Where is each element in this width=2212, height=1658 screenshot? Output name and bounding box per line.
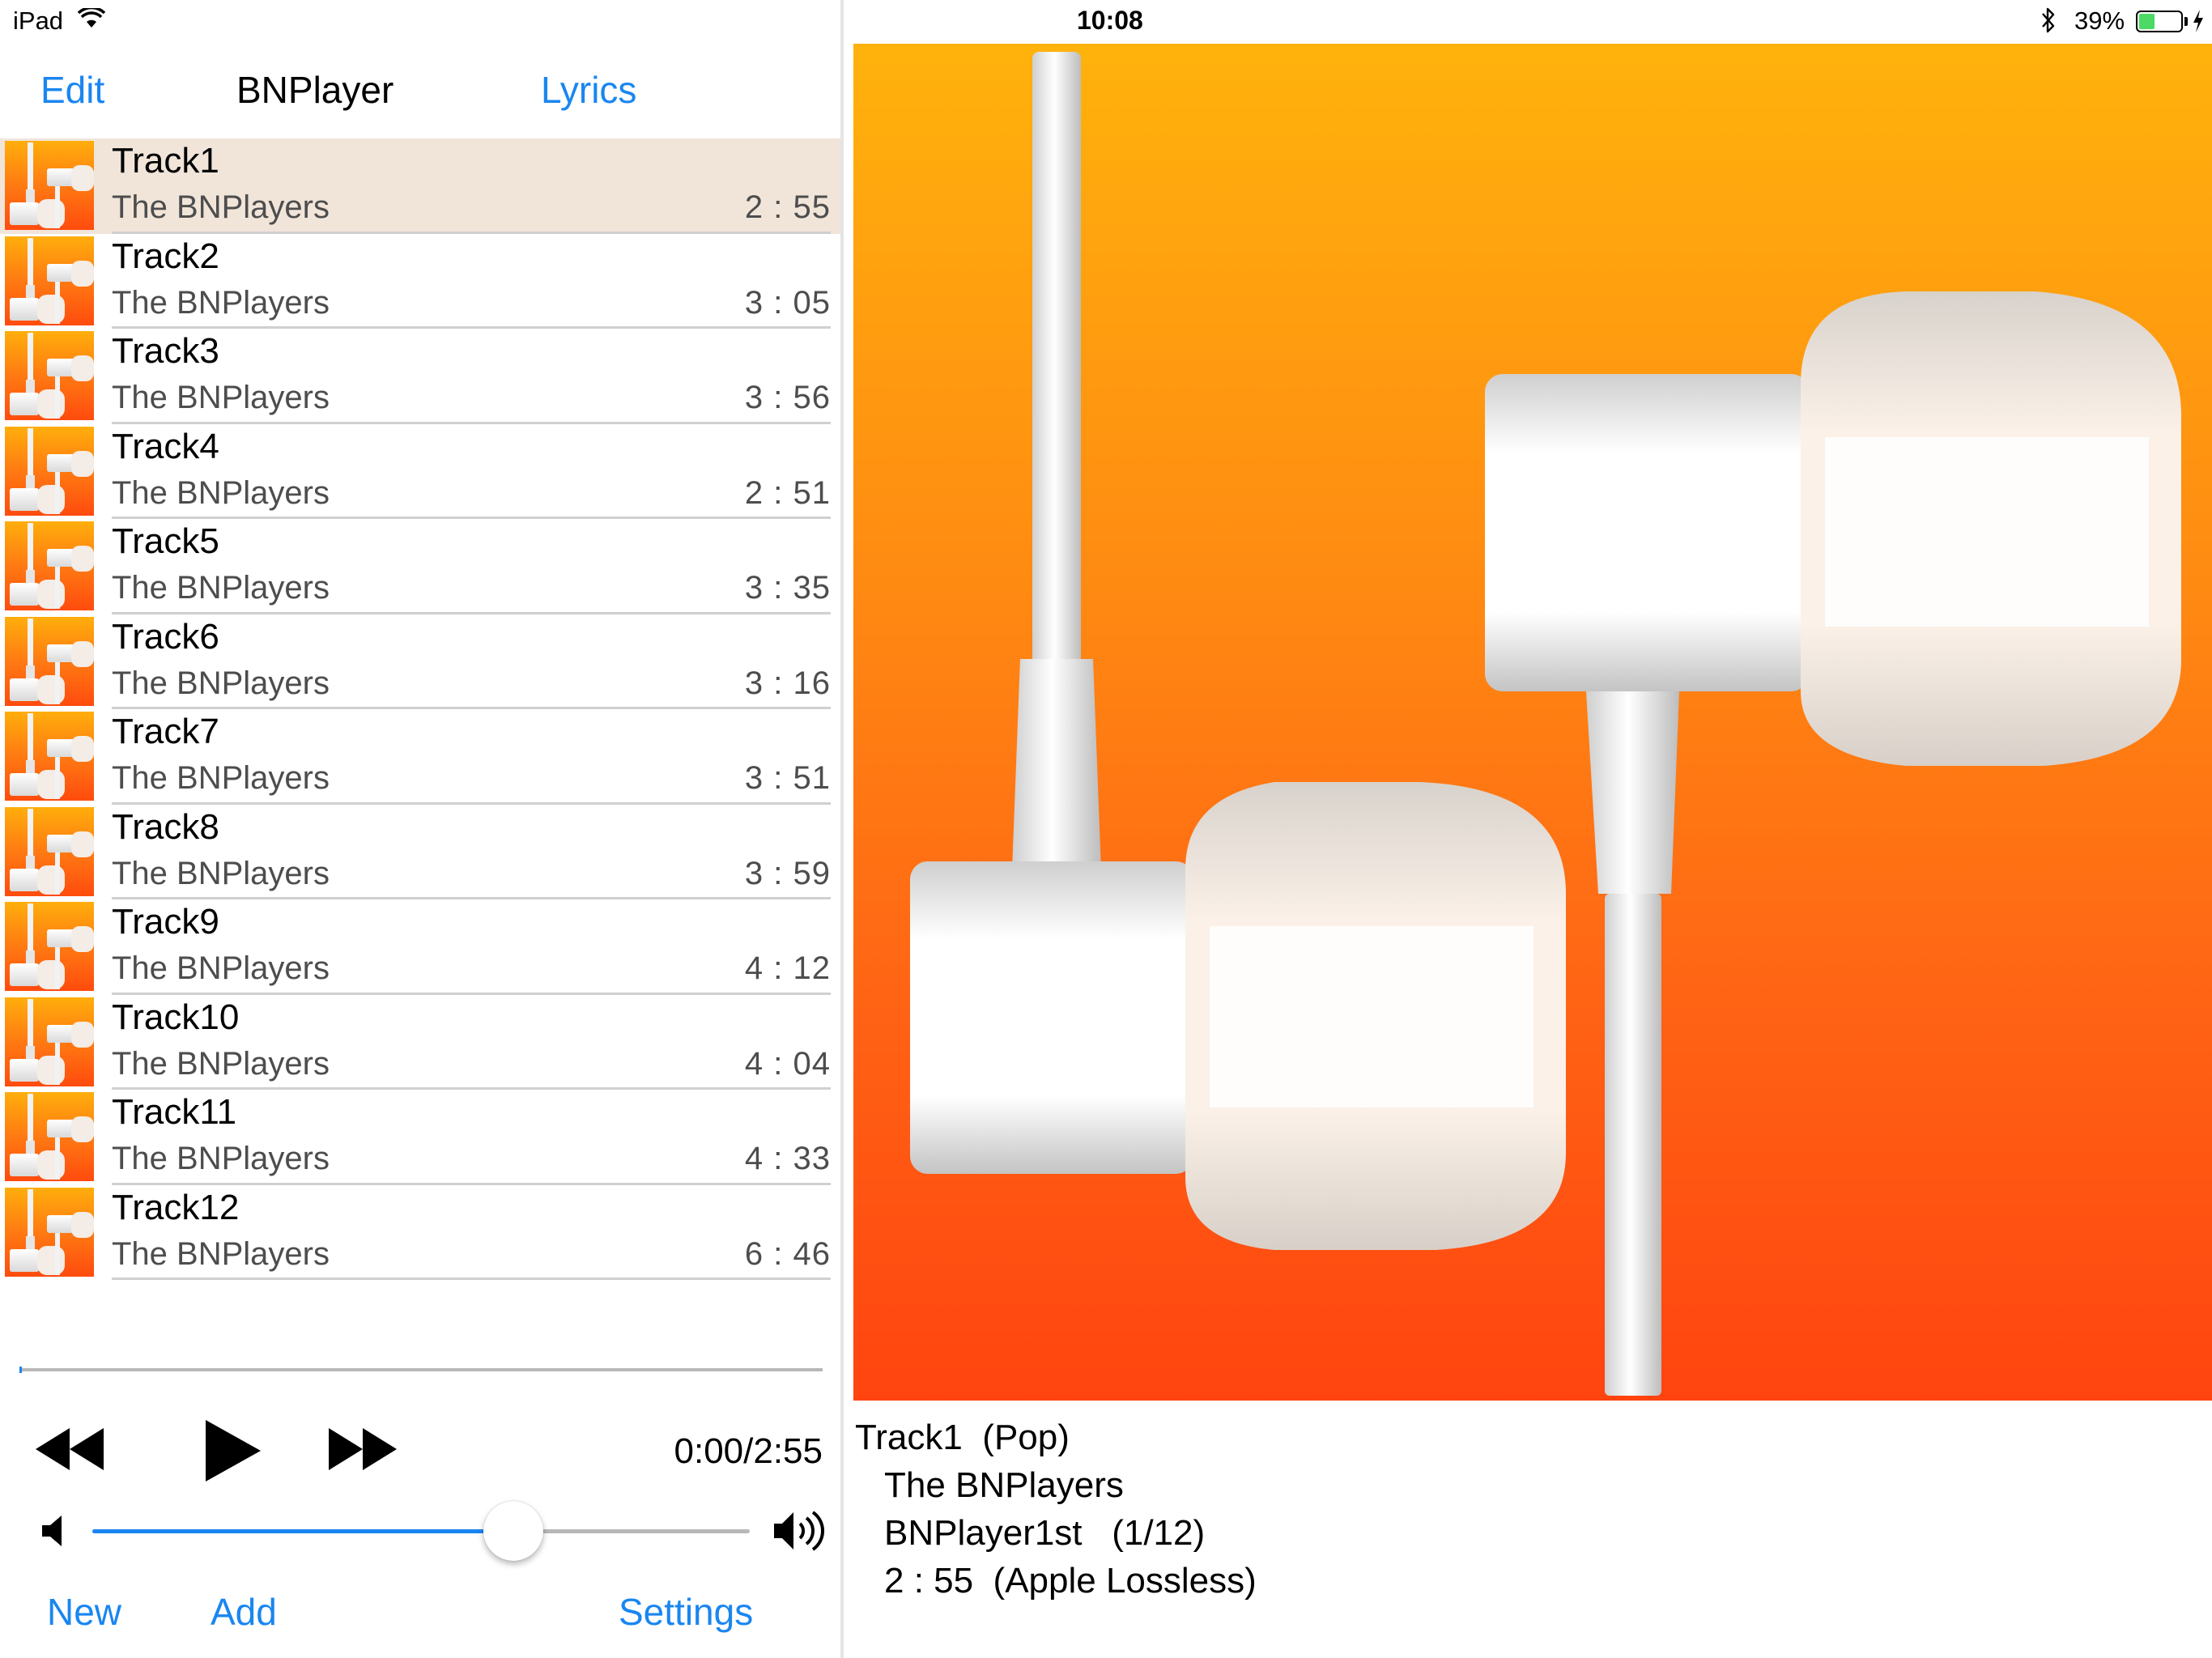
charging-bolt-icon	[2193, 10, 2203, 32]
track-title: Track2	[112, 236, 219, 276]
track-row[interactable]: Track3 The BNPlayers 3 : 56	[0, 329, 840, 424]
track-duration: 3 : 59	[744, 855, 831, 891]
new-button[interactable]: New	[47, 1590, 121, 1634]
track-artist: The BNPlayers	[112, 570, 330, 606]
track-duration: 4 : 12	[744, 950, 831, 986]
track-row[interactable]: Track12 The BNPlayers 6 : 46	[0, 1185, 840, 1280]
track-title: Track1	[112, 141, 219, 181]
volume-slider-thumb[interactable]	[483, 1501, 543, 1561]
track-duration: 2 : 51	[744, 474, 831, 511]
track-row[interactable]: Track11 The BNPlayers 4 : 33	[0, 1090, 840, 1185]
playback-progress-bar[interactable]	[19, 1368, 823, 1371]
track-artist: The BNPlayers	[112, 380, 330, 415]
album-art-thumbnail	[5, 521, 94, 610]
album-art-thumbnail	[5, 236, 94, 325]
library-pane: Edit BNPlayer Lyrics Track1 The BNPlayer…	[0, 0, 840, 1658]
now-playing-title-genre: Track1 (Pop)	[855, 1418, 1070, 1457]
track-title: Track4	[112, 426, 219, 466]
bluetooth-icon	[2042, 7, 2055, 33]
track-duration: 3 : 16	[744, 665, 831, 701]
now-playing-artist: The BNPlayers	[884, 1465, 1124, 1505]
track-duration: 4 : 04	[744, 1045, 831, 1082]
track-title: Track8	[112, 806, 219, 847]
lyrics-button[interactable]: Lyrics	[541, 68, 636, 112]
album-art-thumbnail	[5, 997, 94, 1086]
album-art-thumbnail	[5, 331, 94, 420]
fast-forward-icon[interactable]	[325, 1425, 400, 1473]
track-title: Track10	[112, 997, 240, 1037]
track-artist: The BNPlayers	[112, 665, 330, 701]
track-duration: 3 : 51	[744, 760, 831, 796]
track-duration: 4 : 33	[744, 1141, 831, 1176]
play-icon[interactable]	[202, 1418, 262, 1483]
row-separator	[112, 1278, 831, 1280]
track-artist: The BNPlayers	[112, 950, 330, 986]
rewind-icon[interactable]	[32, 1425, 107, 1473]
album-art-thumbnail	[5, 806, 94, 896]
track-artist: The BNPlayers	[112, 1045, 330, 1082]
track-row[interactable]: Track6 The BNPlayers 3 : 16	[0, 614, 840, 709]
now-playing-album: BNPlayer1st (1/12)	[884, 1513, 1206, 1553]
track-artist: The BNPlayers	[112, 474, 330, 511]
track-row[interactable]: Track9 The BNPlayers 4 : 12	[0, 899, 840, 995]
add-button[interactable]: Add	[211, 1590, 277, 1634]
earphones-artwork	[910, 52, 2181, 1396]
now-playing-duration-format: 2 : 55 (Apple Lossless)	[884, 1561, 1257, 1601]
pane-divider	[840, 0, 844, 1658]
track-row[interactable]: Track10 The BNPlayers 4 : 04	[0, 995, 840, 1090]
track-title: Track3	[112, 331, 219, 371]
track-list: Track1 The BNPlayers 2 : 55 Track2 The B…	[0, 138, 840, 1280]
playback-progress-fill	[19, 1367, 22, 1373]
album-art-thumbnail	[5, 902, 94, 991]
album-artwork	[853, 44, 2212, 1401]
app-title: BNPlayer	[236, 69, 394, 111]
battery-percent: 39%	[2074, 6, 2125, 35]
track-title: Track9	[112, 902, 219, 942]
album-art-thumbnail	[5, 426, 94, 516]
volume-slider-fill	[92, 1529, 513, 1533]
track-duration: 6 : 46	[744, 1235, 831, 1272]
track-title: Track6	[112, 616, 219, 657]
track-artist: The BNPlayers	[112, 1141, 330, 1176]
track-row[interactable]: Track7 The BNPlayers 3 : 51	[0, 709, 840, 805]
track-duration: 3 : 35	[744, 570, 831, 606]
battery-icon	[2136, 11, 2183, 32]
track-artist: The BNPlayers	[112, 855, 330, 891]
clock: 10:08	[1077, 6, 1143, 35]
album-art-thumbnail	[5, 616, 94, 706]
battery-nub	[2184, 17, 2188, 26]
album-art-thumbnail	[5, 1187, 94, 1277]
battery-level-fill	[2139, 14, 2155, 29]
now-playing-info: Track1 (Pop) The BNPlayers BNPlayer1st (…	[855, 1414, 1257, 1605]
album-art-thumbnail	[5, 712, 94, 801]
track-title: Track12	[112, 1187, 240, 1227]
track-row[interactable]: Track2 The BNPlayers 3 : 05	[0, 234, 840, 329]
track-artist: The BNPlayers	[112, 284, 330, 321]
track-duration: 3 : 56	[744, 380, 831, 415]
track-artist: The BNPlayers	[112, 189, 330, 225]
track-title: Track7	[112, 712, 219, 751]
track-title: Track11	[112, 1092, 237, 1132]
track-artist: The BNPlayers	[112, 760, 330, 796]
album-art-thumbnail	[5, 141, 94, 230]
album-art-thumbnail	[5, 1092, 94, 1181]
track-duration: 3 : 05	[744, 284, 831, 321]
edit-button[interactable]: Edit	[40, 68, 104, 112]
settings-button[interactable]: Settings	[619, 1590, 753, 1634]
volume-high-icon	[774, 1511, 824, 1551]
track-row[interactable]: Track1 The BNPlayers 2 : 55	[0, 138, 840, 234]
volume-low-icon	[42, 1516, 62, 1546]
time-readout: 0:00/2:55	[674, 1431, 823, 1471]
track-row[interactable]: Track5 The BNPlayers 3 : 35	[0, 519, 840, 614]
track-row[interactable]: Track4 The BNPlayers 2 : 51	[0, 424, 840, 519]
track-duration: 2 : 55	[744, 189, 831, 225]
track-row[interactable]: Track8 The BNPlayers 3 : 59	[0, 805, 840, 899]
track-title: Track5	[112, 521, 219, 561]
track-artist: The BNPlayers	[112, 1235, 330, 1272]
